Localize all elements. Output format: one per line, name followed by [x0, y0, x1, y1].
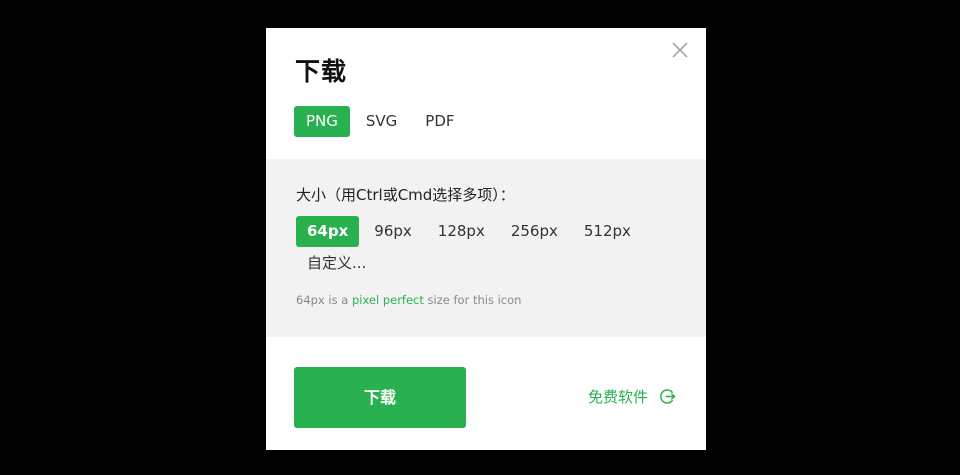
size-option-custom[interactable]: 自定义...	[296, 248, 377, 279]
size-option-64[interactable]: 64px	[296, 216, 360, 247]
close-button[interactable]	[671, 41, 689, 59]
hint-prefix: 64px is a	[296, 293, 352, 307]
size-label: 大小（用Ctrl或Cmd选择多项）：	[296, 186, 515, 204]
format-tab-png[interactable]: PNG	[294, 106, 350, 137]
free-software-label: 免费软件	[587, 388, 648, 406]
arrow-right-circle-icon	[660, 389, 676, 404]
download-button[interactable]: 下载	[294, 367, 466, 428]
dialog-title: 下载	[295, 57, 348, 86]
size-panel: 大小（用Ctrl或Cmd选择多项）： 64px 96px 128px 256px…	[266, 159, 706, 337]
size-options: 64px 96px 128px 256px 512px 自定义...	[296, 216, 676, 280]
size-option-256[interactable]: 256px	[500, 216, 569, 247]
hint-suffix: size for this icon	[423, 293, 522, 307]
format-tab-pdf[interactable]: PDF	[413, 106, 466, 137]
size-option-128[interactable]: 128px	[427, 216, 496, 247]
free-software-link[interactable]: 免费软件	[588, 386, 676, 407]
format-tab-svg[interactable]: SVG	[354, 106, 409, 137]
size-option-512[interactable]: 512px	[573, 216, 642, 247]
size-hint: 64px is a pixel perfect size for this ic…	[296, 293, 521, 307]
download-dialog: 下载 PNG SVG PDF 大小（用Ctrl或Cmd选择多项）： 64px 9…	[266, 28, 706, 450]
close-icon	[672, 42, 688, 58]
size-option-96[interactable]: 96px	[363, 216, 423, 247]
pixel-perfect-link[interactable]: pixel perfect	[352, 293, 424, 307]
format-tabs: PNG SVG PDF	[294, 106, 471, 137]
